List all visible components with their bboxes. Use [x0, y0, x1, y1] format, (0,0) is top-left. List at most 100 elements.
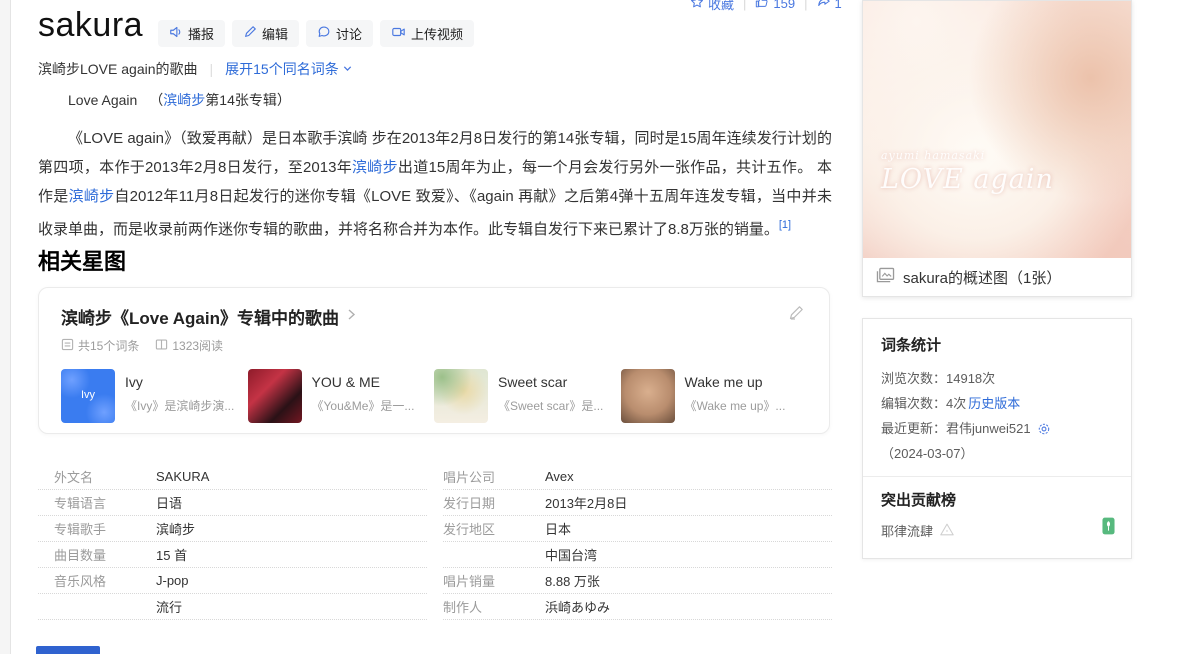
- info-row: 专辑语言日语: [38, 490, 427, 516]
- contributors-section: 突出贡献榜 耶律流肆: [863, 476, 1131, 548]
- album-cover-image[interactable]: ayumi hamasaki LOVE again: [863, 1, 1131, 258]
- song-desc: 《Sweet scar》是...: [498, 397, 618, 414]
- info-label: 唱片公司: [443, 467, 521, 486]
- contributor-link[interactable]: 耶律流肆: [881, 521, 933, 540]
- song-thumbnail-wake-me-up: [621, 369, 675, 423]
- gear-icon: [1037, 422, 1051, 436]
- info-row: 发行日期 2013年2月8日: [443, 490, 832, 516]
- share-button[interactable]: 1: [817, 0, 842, 12]
- level-badge-icon: [939, 522, 955, 540]
- info-label: 曲目数量: [54, 545, 132, 564]
- subtitle-divider: |: [210, 61, 214, 77]
- edits-label: 编辑次数：: [881, 391, 946, 416]
- entry-subtitle-row: 滨崎步LOVE again的歌曲 | 展开15个同名词条: [38, 59, 353, 79]
- inline-artist-link-2[interactable]: 滨崎步: [69, 188, 115, 205]
- edit-button[interactable]: 编辑: [232, 20, 299, 47]
- cover-title-text: LOVE again: [881, 164, 1054, 195]
- info-value: Avex: [545, 469, 574, 484]
- updated-date: （2024-03-07）: [881, 441, 974, 466]
- favorite-button[interactable]: 收藏: [690, 0, 734, 13]
- info-value: 15 首: [156, 545, 187, 564]
- info-label: 发行日期: [443, 493, 521, 512]
- speaker-icon: [169, 25, 183, 42]
- song-desc: 《Wake me up》...: [685, 397, 805, 414]
- song-title: Wake me up: [685, 374, 805, 390]
- song-title: Ivy: [125, 374, 245, 390]
- toolbar-divider: |: [743, 0, 746, 11]
- info-label: 制作人: [443, 597, 521, 616]
- contributors-heading: 突出贡献榜: [881, 489, 1113, 510]
- summary-text: 自2012年11月8日起发行的迷你专辑《LOVE 致爱》、《again 再献》之…: [38, 188, 832, 238]
- discuss-label: 讨论: [336, 24, 362, 43]
- starmap-item-sweet-scar[interactable]: Sweet scar 《Sweet scar》是...: [434, 369, 621, 423]
- thumb-text: Ivy: [61, 389, 115, 401]
- starmap-card-title-row[interactable]: 滨崎步《Love Again》专辑中的歌曲: [61, 304, 807, 329]
- starmap-section-heading: 相关星图: [38, 244, 126, 276]
- broadcast-button[interactable]: 播报: [158, 20, 225, 47]
- artist-link[interactable]: 滨崎步: [163, 92, 205, 108]
- info-column-right: 唱片公司Avex 发行日期2013年2月8日 发行地区日本 中国台湾 唱片销量8…: [443, 464, 832, 620]
- expand-synonyms-link[interactable]: 展开15个同名词条: [225, 59, 353, 79]
- summary-paragraph: 《LOVE again》（致爱再献）是日本歌手滨崎 步在2013年2月8日发行的…: [38, 124, 832, 244]
- entry-stats-module: 词条统计 浏览次数： 14918次 编辑次数： 4次 历史版本 最近更新： 君伟…: [862, 318, 1132, 559]
- favorite-label: 收藏: [708, 0, 734, 13]
- info-column-left: 外文名SAKURA 专辑语言日语 专辑歌手滨崎步 曲目数量15 首 音乐风格J-…: [38, 464, 427, 620]
- like-button[interactable]: 159: [755, 0, 795, 12]
- pencil-icon: [243, 25, 257, 42]
- title-action-bar: 播报 编辑 讨论 上传视频: [158, 20, 474, 47]
- info-row: 曲目数量 15 首: [38, 542, 427, 568]
- info-value: 8.88 万张: [545, 571, 600, 590]
- info-label: 唱片销量: [443, 571, 521, 590]
- top-right-toolbar: 收藏 | 159 | 1: [690, 0, 842, 13]
- updated-row: 最近更新： 君伟junwei521: [881, 416, 1113, 441]
- thumbs-up-icon: [755, 0, 769, 12]
- paren-open: （: [149, 92, 163, 108]
- song-thumbnail-you-and-me: [248, 369, 302, 423]
- discuss-button[interactable]: 讨论: [306, 20, 373, 47]
- song-title: Sweet scar: [498, 374, 618, 390]
- info-value: 滨崎步: [156, 519, 195, 538]
- info-row: 制作人浜崎あゆみ: [443, 594, 832, 620]
- song-thumbnail-sweet-scar: [434, 369, 488, 423]
- updated-date-row: （2024-03-07）: [881, 441, 1113, 466]
- broadcast-label: 播报: [188, 24, 214, 43]
- synonym-entry-line: Love Again（滨崎步第14张专辑）: [68, 90, 291, 110]
- info-row: 唱片销量 8.88 万张: [443, 568, 832, 594]
- video-icon: [391, 25, 406, 42]
- history-versions-link[interactable]: 历史版本: [968, 391, 1020, 416]
- edits-value: 4次: [946, 391, 966, 416]
- starmap-card: 滨崎步《Love Again》专辑中的歌曲 共15个词条 1323阅读 Ivy …: [38, 287, 830, 434]
- chevron-right-icon: [345, 308, 358, 326]
- info-row: 专辑歌手滨崎步: [38, 516, 427, 542]
- book-icon: [155, 338, 168, 354]
- info-value: 2013年2月8日: [545, 493, 627, 512]
- starmap-card-title: 滨崎步《Love Again》专辑中的歌曲: [61, 304, 339, 329]
- next-section-thumbnail-edge: [36, 646, 100, 654]
- contribution-pen-badge[interactable]: [1102, 517, 1115, 540]
- basic-info-table: 外文名SAKURA 专辑语言日语 专辑歌手滨崎步 曲目数量15 首 音乐风格J-…: [38, 464, 832, 620]
- info-value: J-pop: [156, 573, 189, 588]
- views-value: 14918次: [946, 366, 995, 391]
- upload-video-label: 上传视频: [411, 24, 463, 43]
- reference-link[interactable]: [1]: [779, 219, 791, 231]
- share-icon: [817, 0, 831, 12]
- starmap-item-you-and-me[interactable]: YOU & ME 《You&Me》是一...: [248, 369, 435, 423]
- album-cover-module[interactable]: ayumi hamasaki LOVE again sakura的概述图（1张）: [862, 0, 1132, 297]
- like-count: 159: [773, 0, 795, 11]
- updater-link[interactable]: 君伟junwei521: [946, 416, 1031, 441]
- starmap-edit-button[interactable]: [787, 304, 805, 327]
- cover-caption-bar[interactable]: sakura的概述图（1张）: [863, 258, 1131, 296]
- upload-video-button[interactable]: 上传视频: [380, 20, 474, 47]
- list-icon: [61, 338, 74, 354]
- starmap-card-meta: 共15个词条 1323阅读: [61, 337, 807, 354]
- toolbar-divider: |: [804, 0, 807, 11]
- starmap-item-wake-me-up[interactable]: Wake me up 《Wake me up》...: [621, 369, 808, 423]
- star-icon: [690, 0, 704, 12]
- contributor-row: 耶律流肆: [881, 521, 1113, 540]
- song-desc: 《You&Me》是一...: [312, 397, 432, 414]
- cover-caption-label: sakura的概述图（1张）: [903, 267, 1061, 288]
- inline-artist-link-1[interactable]: 滨崎步: [352, 159, 398, 176]
- starmap-item-ivy[interactable]: Ivy Ivy 《Ivy》是滨崎步演...: [61, 369, 248, 423]
- entry-count-label: 共15个词条: [78, 337, 139, 354]
- info-row: 流行: [38, 594, 427, 620]
